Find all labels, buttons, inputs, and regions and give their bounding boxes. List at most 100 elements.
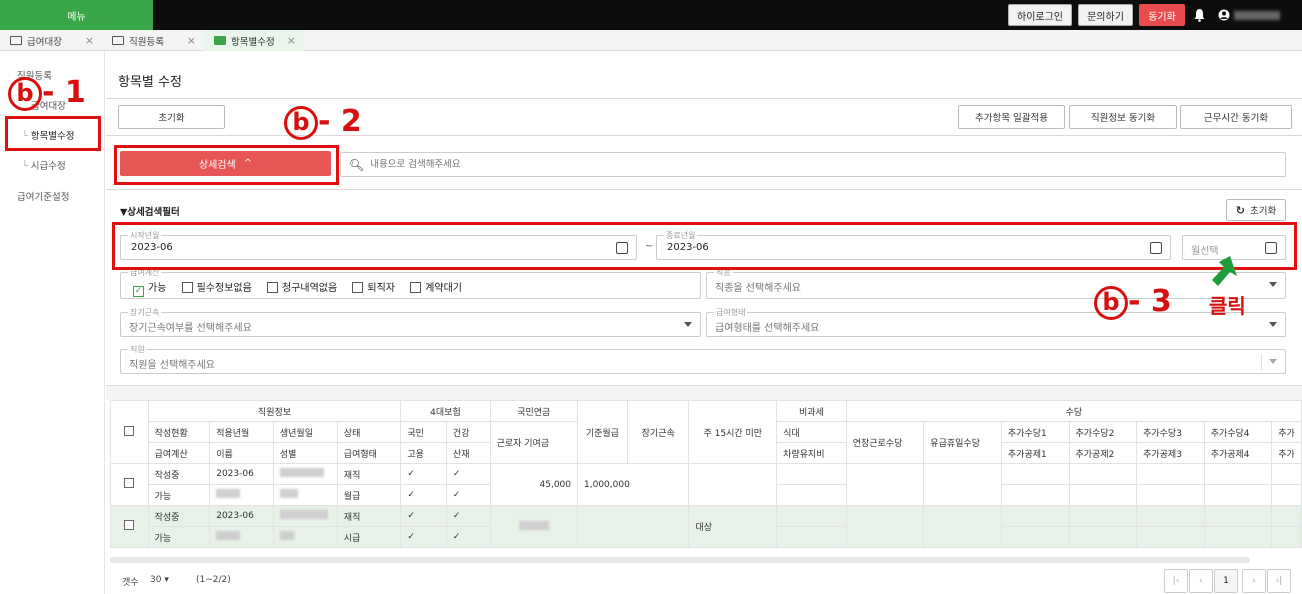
tab-payroll-ledger[interactable]: 급여대장 ×	[0, 30, 102, 51]
row-checkbox[interactable]	[124, 520, 135, 530]
filter-reset-button[interactable]: ↻ 초기화	[1226, 199, 1286, 221]
cell-add[interactable]	[1271, 505, 1302, 527]
col-header: 작성현황	[147, 421, 211, 443]
inquiry-button[interactable]: 문의하기	[1078, 4, 1133, 26]
cell-car[interactable]	[776, 526, 847, 548]
apply-add-items-button[interactable]: 추가항목 일괄적용	[958, 105, 1065, 129]
page-size-select[interactable]: 30 ▾	[150, 575, 169, 585]
search-input[interactable]	[370, 159, 1171, 170]
annotation-step: - 3	[1128, 284, 1172, 319]
first-page-button[interactable]: |‹	[1164, 569, 1188, 593]
cell-deduct[interactable]	[1271, 484, 1302, 506]
cell-meal[interactable]	[776, 505, 847, 527]
employee-sync-button[interactable]: 직원정보 동기화	[1069, 105, 1177, 129]
row-checkbox[interactable]	[124, 478, 135, 488]
cell-deduct[interactable]	[1068, 526, 1138, 548]
close-icon[interactable]: ×	[187, 34, 196, 47]
cell-add[interactable]	[1068, 505, 1138, 527]
col-header: 상태	[336, 421, 402, 443]
filter-reset-label: 초기화	[1249, 206, 1277, 217]
cell-worker-contrib[interactable]: 45,000	[489, 463, 579, 506]
cell-under-15h[interactable]: 대상	[688, 505, 778, 548]
cell-add[interactable]	[1136, 505, 1205, 527]
cell-under-15h[interactable]	[688, 463, 778, 506]
table-row[interactable]: 작성중 2023-06 재직 ✓ ✓ 대상	[110, 505, 1302, 548]
cell-add[interactable]	[1136, 463, 1205, 485]
cell-base-salary[interactable]: 1,000,000	[576, 463, 690, 506]
page-title: 항목별 수정	[118, 75, 182, 90]
work-time-sync-button[interactable]: 근무시간 동기화	[1180, 105, 1292, 129]
divider	[106, 98, 1302, 99]
cell-holiday[interactable]	[923, 505, 1002, 548]
cell-deduct[interactable]	[1203, 484, 1273, 506]
tab-employee-register[interactable]: 직원등록 ×	[102, 30, 204, 51]
divider	[106, 189, 1302, 190]
cell-car[interactable]	[776, 484, 847, 506]
prev-page-button[interactable]: ‹	[1189, 569, 1213, 593]
sidebar-item-label: 시급수정	[30, 161, 66, 172]
table-row[interactable]: 작성중 2023-06 재직 ✓ ✓ 45,000 1,000,000	[110, 463, 1302, 506]
cell-overtime[interactable]	[845, 463, 925, 506]
cell-overtime[interactable]	[845, 505, 925, 548]
cell-holiday[interactable]	[923, 463, 1002, 506]
checkbox-retired[interactable]	[352, 282, 364, 293]
cell-meal[interactable]	[776, 463, 847, 485]
sync-button[interactable]: 동기화	[1139, 4, 1185, 26]
search-field[interactable]: 🔍︎	[340, 152, 1286, 177]
col-header-overtime: 연장근로수당	[845, 421, 925, 464]
last-page-button[interactable]: ›|	[1267, 569, 1291, 593]
employee-select[interactable]: 직원 직원을 선택해주세요	[120, 344, 1286, 374]
menu-button[interactable]: 메뉴	[0, 0, 153, 30]
cell-deduct[interactable]	[1068, 484, 1138, 506]
sidebar-item-hourly-edit[interactable]: └ 시급수정	[22, 158, 66, 172]
cell-add[interactable]	[1203, 463, 1273, 485]
close-icon[interactable]: ×	[287, 34, 296, 47]
sidebar-item-pay-standard[interactable]: 급여기준설정	[17, 189, 69, 203]
cell-add[interactable]	[1068, 463, 1138, 485]
cell-deduct[interactable]	[1203, 526, 1273, 548]
col-header-meal: 식대	[776, 421, 847, 443]
job-type-select[interactable]: 직종 직종을 선택해주세요	[706, 267, 1286, 299]
close-icon[interactable]: ×	[85, 34, 94, 47]
checkbox-contract-waiting[interactable]	[410, 282, 422, 293]
reset-button[interactable]: 초기화	[118, 105, 225, 129]
col-header: 추가공제4	[1203, 442, 1273, 464]
select-all-checkbox[interactable]	[124, 425, 135, 436]
horizontal-scrollbar[interactable]	[110, 557, 1250, 563]
page-1-button[interactable]: 1	[1214, 569, 1238, 593]
pay-type-select[interactable]: 급여형태 급여형태를 선택해주세요	[706, 307, 1286, 337]
checkbox-no-claims[interactable]	[266, 282, 278, 293]
user-icon[interactable]	[1218, 9, 1230, 21]
highlight-box-1	[5, 116, 101, 151]
col-header: 적용년월	[209, 421, 274, 443]
group-header-allowance: 수당	[845, 400, 1302, 422]
checkbox-possible[interactable]: ✓	[133, 286, 144, 297]
long-service-select[interactable]: 장기근속 장기근속여부를 선택해주세요	[120, 307, 701, 337]
col-header: 산재	[445, 442, 491, 464]
cell-employment: ✓	[400, 484, 447, 506]
cell-add[interactable]	[1271, 463, 1302, 485]
cell-deduct[interactable]	[1000, 526, 1070, 548]
cell-add[interactable]	[1000, 463, 1070, 485]
blurred-value	[279, 489, 298, 498]
cell-state: 재직	[336, 505, 402, 527]
select-all-cell	[110, 400, 149, 464]
cell-add[interactable]	[1203, 505, 1273, 527]
hi-login-button[interactable]: 하이로그인	[1008, 4, 1072, 26]
tab-item-edit[interactable]: 항목별수정 ×	[204, 30, 304, 51]
blurred-value	[518, 520, 549, 530]
cell-base-salary[interactable]	[576, 505, 690, 548]
cell-deduct[interactable]	[1136, 526, 1205, 548]
cell-deduct[interactable]	[1000, 484, 1070, 506]
checkbox-missing-info[interactable]	[181, 282, 193, 293]
cell-deduct[interactable]	[1271, 526, 1302, 548]
cell-add[interactable]	[1000, 505, 1070, 527]
bell-icon[interactable]	[1193, 8, 1206, 22]
col-header-long-service: 장기근속	[626, 400, 690, 464]
cell-worker-contrib[interactable]	[489, 505, 579, 548]
checkbox-label: 청구내역없음	[281, 283, 338, 294]
pay-type-placeholder: 급여형태를 선택해주세요	[715, 323, 820, 334]
cell-deduct[interactable]	[1136, 484, 1205, 506]
chevron-down-icon	[1269, 282, 1277, 287]
next-page-button[interactable]: ›	[1242, 569, 1266, 593]
